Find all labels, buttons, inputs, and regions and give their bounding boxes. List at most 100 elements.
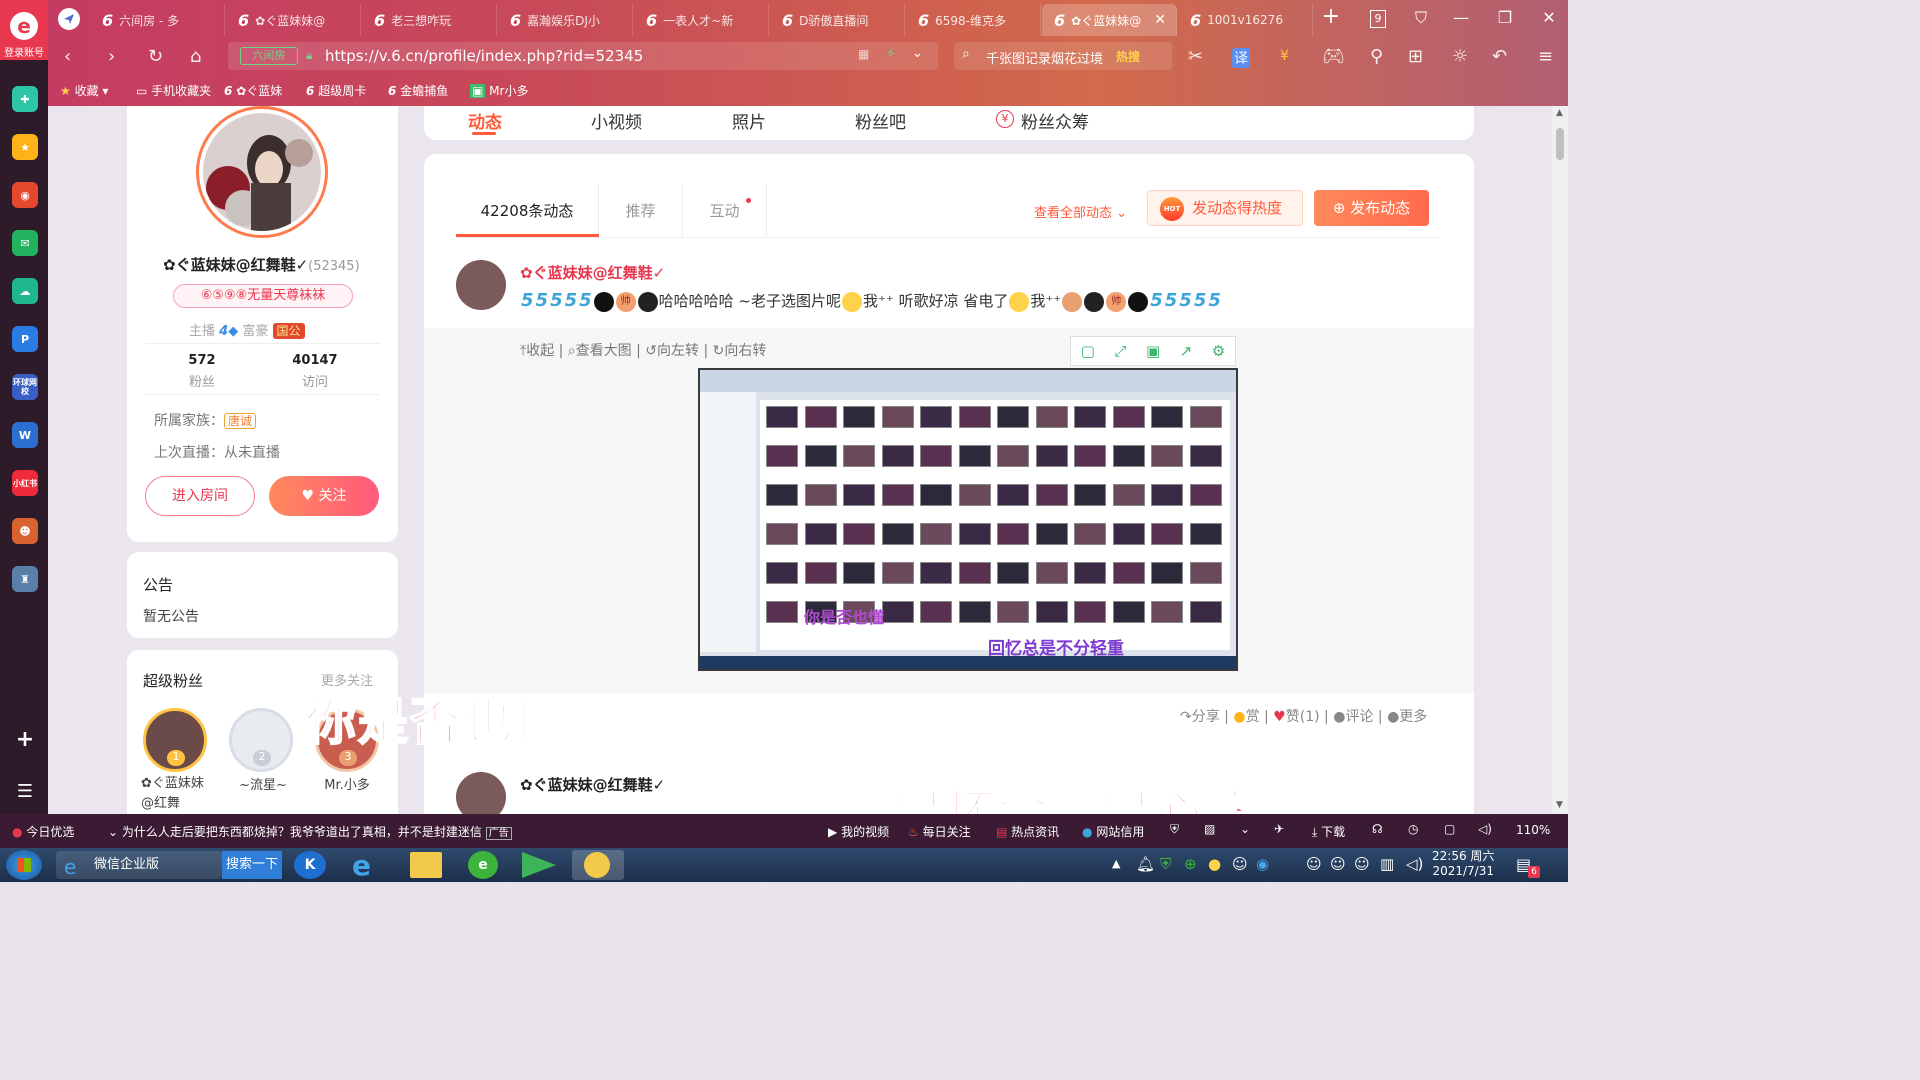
- fan-name-2[interactable]: ~流星~: [227, 774, 299, 793]
- back-icon[interactable]: ‹: [64, 46, 71, 67]
- browser-360-icon[interactable]: e: [468, 851, 498, 879]
- feed-tab-interact[interactable]: 互动: [683, 184, 767, 238]
- like-button[interactable]: ♥赞(1): [1273, 709, 1319, 725]
- tab-5[interactable]: 6 一表人才~新: [634, 4, 769, 36]
- speaker-icon[interactable]: ◁): [1406, 855, 1423, 873]
- game2-app-icon[interactable]: ♜: [12, 566, 38, 592]
- tray-expand-icon[interactable]: ▲: [1112, 857, 1120, 870]
- login-label[interactable]: 登录账号: [0, 44, 48, 59]
- comment-button[interactable]: ●评论: [1333, 709, 1373, 725]
- start-button[interactable]: [6, 850, 42, 880]
- p-app-icon[interactable]: P: [12, 326, 38, 352]
- reward-button[interactable]: ●赏: [1233, 709, 1259, 725]
- translate-icon[interactable]: 译: [1232, 48, 1250, 68]
- taskbar-search-button[interactable]: 搜索一下: [222, 851, 282, 879]
- taskbar-active-app[interactable]: [572, 850, 624, 880]
- url-text[interactable]: https://v.6.cn/profile/index.php?rid=523…: [325, 47, 643, 65]
- tab-count-badge[interactable]: 9: [1370, 10, 1386, 28]
- bell-icon[interactable]: 🔔︎: [1136, 855, 1155, 873]
- headphones-icon[interactable]: ☊: [1372, 822, 1383, 836]
- qq-icon[interactable]: ☺: [1330, 855, 1346, 873]
- xiaohongshu-icon[interactable]: 小红书: [12, 470, 38, 496]
- rotate-right-button[interactable]: ↻向右转: [713, 343, 767, 359]
- address-bar[interactable]: 六间房 🔒︎ https://v.6.cn/profile/index.php?…: [228, 42, 938, 70]
- coin-icon[interactable]: ¥: [1280, 48, 1289, 64]
- plus-app-icon[interactable]: ✚: [12, 86, 38, 112]
- tab-3[interactable]: 6 老三想咋玩: [362, 4, 497, 36]
- tab-6[interactable]: 6 D骄傲直播间: [770, 4, 905, 36]
- status-news[interactable]: ▤ 热点资讯: [996, 823, 1059, 840]
- browser-logo[interactable]: e 登录账号: [0, 0, 48, 60]
- qq-icon[interactable]: ☺: [1306, 855, 1322, 873]
- nav-tab-fanbar[interactable]: 粉丝吧: [855, 108, 906, 133]
- word-icon[interactable]: W: [12, 422, 38, 448]
- qq-icon[interactable]: ☺: [1232, 855, 1248, 873]
- network-app-icon[interactable]: ◉: [1256, 855, 1269, 873]
- chevron-down-icon[interactable]: ⌄: [1240, 822, 1250, 836]
- post-avatar[interactable]: [456, 260, 506, 310]
- rocket-icon[interactable]: ✈: [1274, 822, 1284, 836]
- taskbar-app-wechat[interactable]: e 微信企业版: [56, 851, 222, 879]
- search-input[interactable]: 千张图记录烟花过境: [986, 48, 1103, 67]
- fit-icon[interactable]: ▢: [1081, 342, 1095, 360]
- bookmark-mobile[interactable]: ▭ 手机收藏夹: [136, 82, 211, 99]
- share-icon[interactable]: ↗: [1180, 342, 1193, 360]
- huanqiu-app-icon[interactable]: 环球网校: [12, 374, 38, 400]
- qr-icon[interactable]: ▦: [858, 47, 869, 61]
- post-button[interactable]: ⊕ 发布动态: [1314, 190, 1429, 226]
- family-badge[interactable]: 唐诚: [224, 413, 257, 429]
- post-author[interactable]: ✿ぐ蓝妹妹@红舞鞋✓: [520, 774, 665, 795]
- feed-tab-all[interactable]: 42208条动态: [456, 184, 599, 238]
- image-icon[interactable]: ▨: [1204, 822, 1215, 836]
- post-author[interactable]: ✿ぐ蓝妹妹@红舞鞋✓: [520, 262, 665, 283]
- more-button[interactable]: ●更多: [1387, 709, 1427, 725]
- tab-1[interactable]: 6 六间房 - 多: [90, 4, 225, 36]
- view-large-button[interactable]: ⌕查看大图: [568, 343, 632, 359]
- close-window-icon[interactable]: ✕: [1538, 8, 1560, 27]
- tray-app-icon[interactable]: ●: [1208, 855, 1221, 873]
- weibo-icon[interactable]: ◉: [12, 182, 38, 208]
- rotate-left-button[interactable]: ↺向左转: [645, 343, 699, 359]
- k-app-icon[interactable]: K: [294, 851, 326, 879]
- avatar[interactable]: [196, 106, 328, 238]
- magnifier-icon[interactable]: ⚲: [1370, 46, 1383, 67]
- follow-button[interactable]: ♥ 关注: [269, 476, 379, 516]
- status-download[interactable]: ⤓ 下载: [1312, 823, 1345, 840]
- post-avatar[interactable]: [456, 772, 506, 814]
- refresh-icon[interactable]: ↻: [148, 46, 163, 67]
- collapse-button[interactable]: ⤒收起: [520, 343, 554, 359]
- forward-icon[interactable]: ›: [108, 46, 115, 67]
- save-icon[interactable]: ▣: [1146, 342, 1160, 360]
- bookmark-favorites[interactable]: ★ 收藏 ▾: [60, 82, 108, 99]
- tab-7[interactable]: 6 6598-维克多: [906, 4, 1041, 36]
- new-tab-icon[interactable]: +: [1320, 4, 1342, 29]
- tab-2[interactable]: 6 ✿ぐ蓝妹妹@: [226, 4, 361, 36]
- brightness-icon[interactable]: ☼: [1452, 46, 1468, 67]
- home-icon[interactable]: ⌂: [190, 46, 201, 67]
- send-icon[interactable]: [58, 8, 80, 30]
- post-image[interactable]: 你是否也懂 回忆总是不分轻重: [698, 368, 1238, 671]
- shield-icon[interactable]: ⛨: [1170, 822, 1179, 837]
- tab-4[interactable]: 6 嘉瀚娱乐DJ小: [498, 4, 633, 36]
- restore-icon[interactable]: ❐: [1494, 8, 1516, 27]
- enter-room-button[interactable]: 进入房间: [145, 476, 255, 516]
- status-videos[interactable]: ▶ 我的视频: [828, 823, 889, 840]
- media-player-icon[interactable]: [522, 852, 556, 878]
- close-tab-icon[interactable]: ✕: [1154, 12, 1166, 28]
- fan-name-3[interactable]: Mr.小多: [311, 774, 383, 793]
- nav-tab-videos[interactable]: 小视频: [591, 108, 642, 133]
- security-icon[interactable]: ⛨: [1160, 855, 1171, 873]
- list-icon[interactable]: ☰: [12, 778, 38, 804]
- gamepad-icon[interactable]: 🎮︎: [1322, 46, 1345, 67]
- share-button[interactable]: ↷分享: [1180, 709, 1220, 725]
- today-picks[interactable]: ● 今日优选: [12, 823, 74, 840]
- search-box[interactable]: ⌕ 千张图记录烟花过境 热搜: [954, 42, 1172, 70]
- file-explorer-icon[interactable]: [410, 852, 442, 878]
- scroll-down-icon[interactable]: ▼: [1556, 800, 1563, 810]
- nav-tab-photos[interactable]: 照片: [732, 108, 766, 133]
- ie-browser-icon[interactable]: e: [352, 849, 371, 882]
- scroll-up-icon[interactable]: ▲: [1556, 108, 1563, 118]
- scrollbar-thumb[interactable]: [1556, 128, 1564, 160]
- settings-icon[interactable]: ⚙: [1212, 342, 1225, 360]
- nav-tab-crowdfund[interactable]: 粉丝众筹: [1021, 108, 1089, 133]
